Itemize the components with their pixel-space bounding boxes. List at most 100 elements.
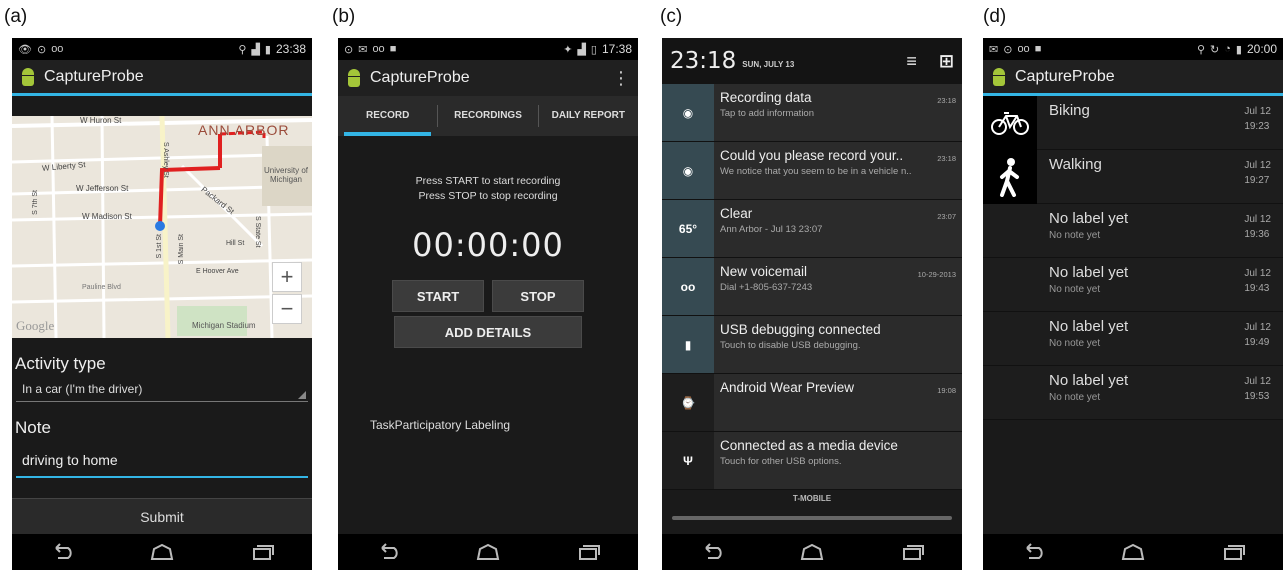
mail-icon: ✉ (358, 43, 368, 56)
street-label: S 7th St (32, 190, 39, 215)
back-icon[interactable] (374, 543, 402, 561)
activity-timestamp: Jul 12 19:43 (1244, 268, 1271, 294)
recording-timer: 00:00:00 (412, 226, 564, 264)
overflow-menu-icon[interactable]: ⋮ (612, 68, 630, 89)
recents-icon[interactable] (1219, 543, 1247, 561)
activity-note: No note yet (1049, 284, 1101, 295)
notification-header: 23:18 SUN, JULY 13 ≡ ⊞ (662, 38, 962, 84)
watch-icon: ⌚ (662, 374, 714, 431)
activity-form: Activity type In a car (I'm the driver) … (12, 338, 312, 478)
clear-all-icon[interactable]: ≡ (906, 51, 917, 72)
home-icon[interactable] (1119, 543, 1147, 561)
android-app-icon (991, 67, 1007, 86)
notification-icon: ⊙ (344, 43, 354, 56)
back-icon[interactable] (698, 543, 726, 561)
action-bar: CaptureProbe ⋮ (338, 60, 638, 96)
tab-record[interactable]: RECORD (338, 96, 437, 136)
list-item[interactable]: No label yet No note yet Jul 12 19:36 (983, 204, 1283, 258)
square-icon: ■ (1034, 43, 1042, 55)
recents-icon[interactable] (248, 543, 276, 561)
activity-title: No label yet (1049, 264, 1129, 281)
notification-item[interactable]: 65° Clear Ann Arbor - Jul 13 23:07 23:07 (662, 200, 962, 258)
running-icon: ✦ (563, 43, 573, 56)
zoom-in-button[interactable]: + (272, 262, 302, 292)
battery-icon: ▮ (1235, 43, 1242, 56)
list-item[interactable]: Biking Jul 12 19:23 (983, 96, 1283, 150)
notification-subtitle: We notice that you seem to be in a vehic… (720, 166, 912, 177)
details-controls: ADD DETAILS (338, 316, 638, 348)
nav-bar (338, 534, 638, 570)
voicemail-icon: oo (372, 43, 385, 55)
city-label: ANN ARBOR (198, 122, 290, 138)
notification-subtitle: Touch to disable USB debugging. (720, 340, 861, 351)
add-details-button[interactable]: ADD DETAILS (394, 316, 582, 348)
eye-icon: ◉ (662, 84, 714, 141)
zoom-out-button[interactable]: − (272, 294, 302, 324)
app-title: CaptureProbe (370, 69, 470, 86)
recents-icon[interactable] (898, 543, 926, 561)
usb-debug-icon: ▮ (662, 316, 714, 373)
notification-item[interactable]: ⌚ Android Wear Preview 19:08 (662, 374, 962, 432)
back-icon[interactable] (1019, 543, 1047, 561)
list-item[interactable]: No label yet No note yet Jul 12 19:53 (983, 366, 1283, 420)
notification-item[interactable]: ▮ USB debugging connected Touch to disabl… (662, 316, 962, 374)
recents-icon[interactable] (574, 543, 602, 561)
activity-timestamp: Jul 12 19:23 (1244, 106, 1271, 132)
dropdown-triangle-icon (298, 391, 306, 399)
notification-time: 23:18 (937, 96, 956, 105)
eye-icon: 👁 (18, 43, 32, 56)
activity-timestamp: Jul 12 19:53 (1244, 376, 1271, 402)
activity-title: No label yet (1049, 318, 1129, 335)
notification-subtitle: Touch for other USB options. (720, 456, 842, 467)
activity-title: Biking (1049, 102, 1090, 119)
back-icon[interactable] (48, 543, 76, 561)
activity-type-select[interactable]: In a car (I'm the driver) (16, 376, 308, 402)
notification-item[interactable]: ◉ Recording data Tap to add information 2… (662, 84, 962, 142)
activity-timestamp: Jul 12 19:49 (1244, 322, 1271, 348)
list-item[interactable]: Walking Jul 12 19:27 (983, 150, 1283, 204)
notification-title: Recording data (720, 90, 812, 105)
list-item[interactable]: No label yet No note yet Jul 12 19:49 (983, 312, 1283, 366)
start-button[interactable]: START (392, 280, 484, 312)
home-icon[interactable] (798, 543, 826, 561)
activity-list: Biking Jul 12 19:23 Walking Jul 12 19:27 N… (983, 96, 1283, 420)
map-view[interactable]: W Huron St ANN ARBOR W Liberty St W Jeff… (12, 116, 312, 338)
poi-label: Michigan Stadium (192, 321, 256, 330)
nav-bar (983, 534, 1283, 570)
street-label: S Ashley St (162, 142, 169, 178)
stop-button[interactable]: STOP (492, 280, 584, 312)
activity-note: No note yet (1049, 338, 1101, 349)
notification-title: Could you please record your.. (720, 148, 904, 163)
status-time: 17:38 (601, 42, 632, 56)
street-label: S Main St (178, 234, 185, 265)
activity-type-value: In a car (I'm the driver) (22, 382, 143, 396)
status-time: 23:38 (275, 42, 306, 56)
home-icon[interactable] (474, 543, 502, 561)
notification-item[interactable]: oo New voicemail Dial +1-805-637-7243 10-… (662, 258, 962, 316)
phone-screen-b: ⊙ ✉ oo ■ ✦ ▟ ▯ 17:38 CaptureProbe ⋮ RECORD REC… (338, 38, 638, 570)
note-input[interactable]: driving to home (16, 444, 308, 478)
sync-icon: ↻ (1210, 43, 1220, 56)
location-icon: ⚲ (238, 43, 247, 56)
tab-recordings[interactable]: RECORDINGS (438, 96, 537, 136)
notification-item[interactable]: ◉ Could you please record your.. We notic… (662, 142, 962, 200)
notification-icon: ⊙ (36, 43, 47, 56)
notification-title: USB debugging connected (720, 322, 881, 337)
record-controls: START STOP (338, 280, 638, 312)
notification-title: Clear (720, 206, 753, 221)
notification-item[interactable]: Ψ Connected as a media device Touch for o… (662, 432, 962, 490)
notification-time: 10-29-2013 (917, 270, 956, 279)
activity-title: No label yet (1049, 372, 1129, 389)
notification-list: ◉ Recording data Tap to add information 2… (662, 84, 962, 490)
quick-settings-icon[interactable]: ⊞ (939, 51, 954, 72)
panel-label-a: (a) (4, 6, 28, 27)
tab-daily-report[interactable]: DAILY REPORT (539, 96, 638, 136)
panel-label-d: (d) (983, 6, 1007, 27)
instruction-stop: Press STOP to stop recording (418, 190, 558, 202)
clock-date: SUN, JULY 13 (742, 59, 795, 69)
street-label: W Jefferson St (76, 184, 129, 193)
drag-handle[interactable] (672, 516, 952, 520)
submit-button[interactable]: Submit (12, 498, 312, 534)
home-icon[interactable] (148, 543, 176, 561)
list-item[interactable]: No label yet No note yet Jul 12 19:43 (983, 258, 1283, 312)
